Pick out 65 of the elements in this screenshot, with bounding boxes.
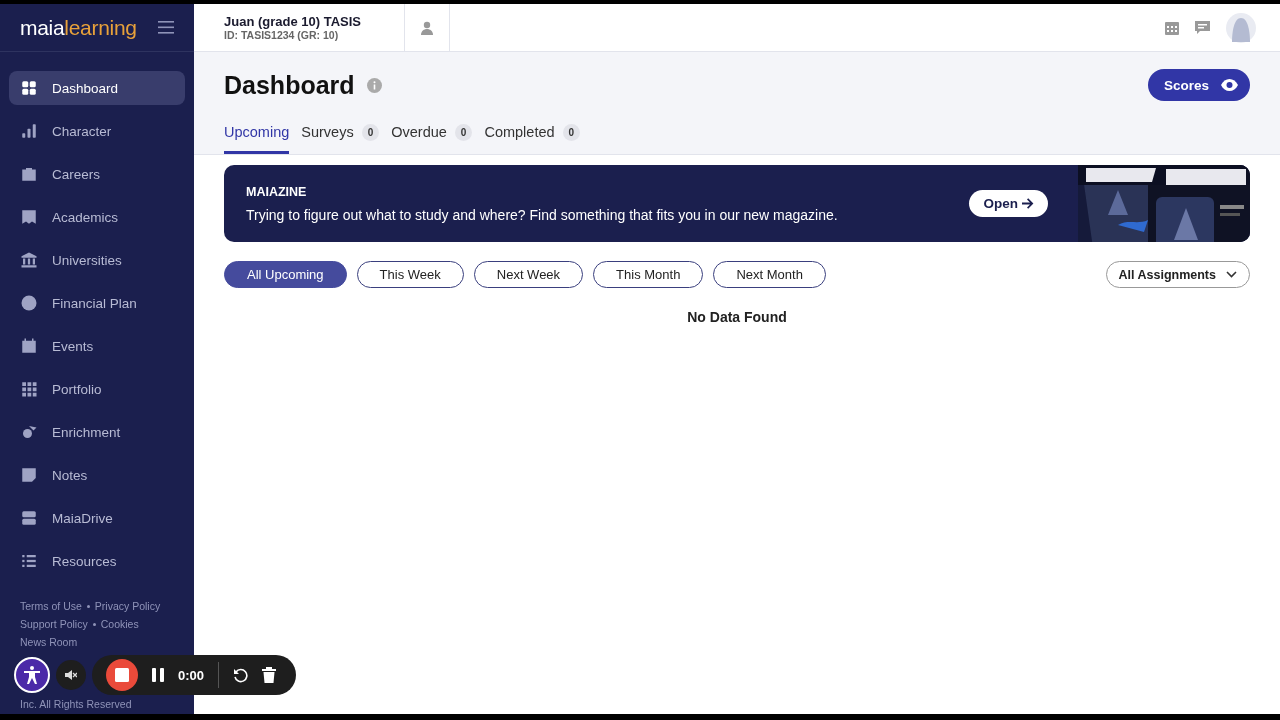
banner-title: MAIAZINE <box>246 184 308 199</box>
empty-message: No Data Found <box>686 309 788 325</box>
sidebar-item[interactable]: Academics <box>9 200 185 234</box>
note-icon <box>20 466 38 484</box>
grid-icon <box>20 79 38 97</box>
trash-icon[interactable] <box>262 667 277 683</box>
student-id: ID: TASIS1234 (GR: 10) <box>224 29 340 41</box>
person-icon[interactable] <box>420 20 434 35</box>
footer-link[interactable]: Terms of Use <box>20 600 82 612</box>
sidebar-item[interactable]: Universities <box>9 243 185 277</box>
arrow-icon <box>1022 198 1034 209</box>
dots-grid-icon <box>20 380 38 398</box>
count-badge: 0 <box>562 123 581 141</box>
sidebar-item[interactable]: Careers <box>9 157 185 191</box>
drive-icon <box>20 509 38 527</box>
sidebar-item[interactable]: Enrichment <box>9 415 185 449</box>
scores-button[interactable]: Scores <box>1147 69 1250 101</box>
tab[interactable]: Completed 0 <box>484 118 581 154</box>
sidebar-item[interactable]: Portfolio <box>9 372 185 406</box>
sidebar-item[interactable]: Financial Plan <box>9 286 185 320</box>
list-icon <box>20 552 38 570</box>
tab[interactable]: Surveys 0 <box>301 118 380 154</box>
footer-link[interactable]: News Room <box>20 636 78 648</box>
bank-icon <box>20 251 38 269</box>
filter-chip[interactable]: This Week <box>356 261 464 288</box>
stop-icon <box>115 668 129 682</box>
speaker-muted-icon[interactable] <box>65 669 77 681</box>
student-name: Juan (grade 10) TASIS <box>224 14 362 29</box>
app-logo[interactable]: maialearning <box>20 15 137 40</box>
calendar-icon <box>20 337 38 355</box>
briefcase-icon <box>20 165 38 183</box>
calendar-icon[interactable] <box>1165 20 1179 35</box>
copyright-text: Inc. All Rights Reserved <box>20 698 132 710</box>
pause-icon[interactable] <box>152 668 164 682</box>
filter-chip[interactable]: All Upcoming <box>224 261 347 288</box>
sidebar-item[interactable]: Notes <box>9 458 185 492</box>
sidebar-item[interactable]: MaiaDrive <box>9 501 185 535</box>
eye-icon <box>1221 79 1238 91</box>
ribbon-icon <box>20 208 38 226</box>
chevron-down-icon <box>1226 271 1237 278</box>
filter-chip[interactable]: Next Month <box>713 261 826 288</box>
filter-chip[interactable]: This Month <box>593 261 704 288</box>
sidebar-item[interactable]: Character <box>9 114 185 148</box>
footer-link[interactable]: Support Policy <box>20 618 88 630</box>
count-badge: 0 <box>454 123 473 141</box>
sidebar-item[interactable]: Dashboard <box>9 71 185 105</box>
open-button[interactable]: Open <box>969 190 1048 217</box>
tab[interactable]: Overdue 0 <box>391 118 473 154</box>
restart-icon[interactable] <box>233 667 249 683</box>
page-title: Dashboard <box>224 70 355 100</box>
filter-chip[interactable]: Next Week <box>473 261 584 288</box>
footer-link[interactable]: Cookies <box>100 618 139 630</box>
menu-icon[interactable] <box>158 21 174 34</box>
count-badge: 0 <box>361 123 380 141</box>
banner-text: Trying to figure out what to study and where? Find something that fits you in our new magazine. <box>246 206 839 223</box>
accessibility-icon <box>22 665 42 685</box>
recording-time: 0:00 <box>178 667 205 683</box>
sidebar-item[interactable]: Resources <box>9 544 185 578</box>
assignment-dropdown[interactable]: All Assignments <box>1105 261 1250 288</box>
bar-chart-icon <box>20 122 38 140</box>
footer-link[interactable]: Privacy Policy <box>94 600 161 612</box>
sidebar-item[interactable]: Events <box>9 329 185 363</box>
message-icon[interactable] <box>1195 20 1210 35</box>
stop-button[interactable] <box>106 659 138 691</box>
tab[interactable]: Upcoming <box>224 118 290 154</box>
